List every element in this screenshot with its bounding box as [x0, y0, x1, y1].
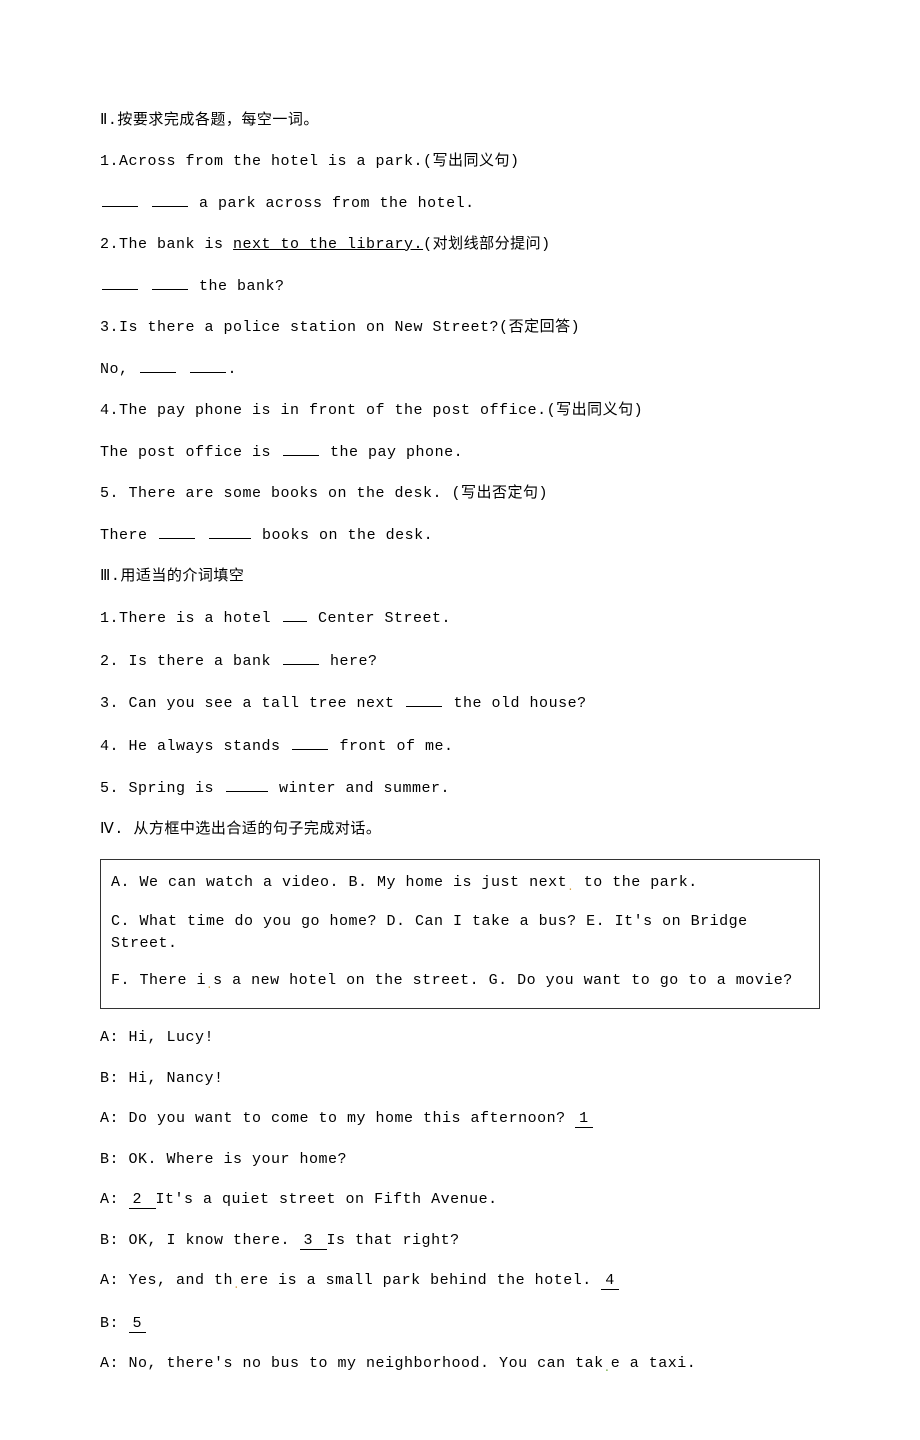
- text-content: A: No, there's no bus to my neighborhood…: [100, 1355, 604, 1372]
- text-content: 3. Can you see a tall tree next: [100, 695, 404, 712]
- text-content: 2. Is there a bank: [100, 653, 281, 670]
- blank-input[interactable]: [226, 776, 268, 792]
- text-content: the bank?: [199, 278, 285, 295]
- dialogue-line: A: Yes, and th.ere is a small park behin…: [100, 1270, 820, 1295]
- blank-input[interactable]: [140, 357, 176, 373]
- text-content: Center Street.: [309, 610, 452, 627]
- text-content: 4. He always stands: [100, 738, 290, 755]
- text-content: the old house?: [444, 695, 587, 712]
- text-content: A: Do you want to come to my home this a…: [100, 1110, 575, 1127]
- section-4-title: Ⅳ. 从方框中选出合适的句子完成对话。: [100, 819, 820, 842]
- text-content: a park across from the hotel.: [199, 195, 475, 212]
- blank-input[interactable]: [406, 691, 442, 707]
- text-content: ere is a small park behind the hotel.: [240, 1272, 601, 1289]
- s3-q3: 3. Can you see a tall tree next the old …: [100, 691, 820, 716]
- s3-q2: 2. Is there a bank here?: [100, 649, 820, 674]
- answer-blank-5[interactable]: 5: [129, 1315, 147, 1333]
- s3-q5: 5. Spring is winter and summer.: [100, 776, 820, 801]
- blank-input[interactable]: [292, 734, 328, 750]
- dialogue-line: A: Do you want to come to my home this a…: [100, 1108, 820, 1131]
- s2-q4-answer: The post office is the pay phone.: [100, 440, 820, 465]
- text-content: Is that right?: [327, 1232, 460, 1249]
- blank-input[interactable]: [159, 523, 195, 539]
- wavy-marker-icon: .: [604, 1363, 611, 1375]
- box-line-2: C. What time do you go home? D. Can I ta…: [111, 911, 809, 956]
- text-content: books on the desk.: [262, 527, 433, 544]
- dialogue-line: B: OK. Where is your home?: [100, 1149, 820, 1172]
- text-content: front of me.: [330, 738, 454, 755]
- text-content: It's a quiet street on Fifth Avenue.: [156, 1191, 498, 1208]
- box-line-3: F. There i.s a new hotel on the street. …: [111, 970, 809, 995]
- s2-q3-answer: No, .: [100, 357, 820, 382]
- text-content: There: [100, 527, 157, 544]
- answer-blank-3[interactable]: 3: [300, 1232, 327, 1250]
- dialogue-line: A: 2 It's a quiet street on Fifth Avenue…: [100, 1189, 820, 1212]
- s3-q1: 1.There is a hotel Center Street.: [100, 606, 820, 631]
- blank-input[interactable]: [152, 274, 188, 290]
- text-content: (对划线部分提问): [423, 236, 551, 253]
- dialogue-line: A: Hi, Lucy!: [100, 1027, 820, 1050]
- section-3-title: Ⅲ.用适当的介词填空: [100, 566, 820, 589]
- blank-input[interactable]: [152, 191, 188, 207]
- text-content: 2.The bank is: [100, 236, 233, 253]
- text-content: to the park.: [574, 874, 698, 891]
- s2-q3-prompt: 3.Is there a police station on New Stree…: [100, 317, 820, 340]
- text-content: F. There i: [111, 972, 206, 989]
- blank-input[interactable]: [190, 357, 226, 373]
- text-content: No,: [100, 361, 138, 378]
- text-content: A. We can watch a video. B. My home is j…: [111, 874, 567, 891]
- options-box: A. We can watch a video. B. My home is j…: [100, 859, 820, 1009]
- dialogue-line: B: OK, I know there. 3 Is that right?: [100, 1230, 820, 1253]
- dialogue-line: B: Hi, Nancy!: [100, 1068, 820, 1091]
- text-content: winter and summer.: [270, 780, 451, 797]
- s2-q4-prompt: 4.The pay phone is in front of the post …: [100, 400, 820, 423]
- s3-q4: 4. He always stands front of me.: [100, 734, 820, 759]
- s2-q2-prompt: 2.The bank is next to the library.(对划线部分…: [100, 234, 820, 257]
- text-content: 5. Spring is: [100, 780, 224, 797]
- text-content: here?: [321, 653, 378, 670]
- s2-q5-answer: There books on the desk.: [100, 523, 820, 548]
- underlined-text: next to the library.: [233, 236, 423, 253]
- dialogue-line: A: No, there's no bus to my neighborhood…: [100, 1353, 820, 1378]
- text-content: s a new hotel on the street. G. Do you w…: [213, 972, 793, 989]
- answer-blank-2[interactable]: 2: [129, 1191, 156, 1209]
- text-content: e a taxi.: [611, 1355, 697, 1372]
- blank-input[interactable]: [209, 523, 251, 539]
- blank-input[interactable]: [283, 440, 319, 456]
- answer-blank-4[interactable]: 4: [601, 1272, 619, 1290]
- blank-input[interactable]: [102, 274, 138, 290]
- blank-input[interactable]: [102, 191, 138, 207]
- blank-input[interactable]: [283, 606, 307, 622]
- dialogue-line: B: 5: [100, 1313, 820, 1336]
- answer-blank-1[interactable]: 1: [575, 1110, 593, 1128]
- text-content: B:: [100, 1315, 129, 1332]
- section-2-title: Ⅱ.按要求完成各题，每空一词。: [100, 110, 820, 133]
- text-content: A: Yes, and th: [100, 1272, 233, 1289]
- box-line-1: A. We can watch a video. B. My home is j…: [111, 872, 809, 897]
- s2-q5-prompt: 5. There are some books on the desk. (写出…: [100, 483, 820, 506]
- text-content: .: [228, 361, 238, 378]
- s2-q2-answer: the bank?: [100, 274, 820, 299]
- text-content: A:: [100, 1191, 129, 1208]
- text-content: The post office is: [100, 444, 281, 461]
- text-content: B: OK, I know there.: [100, 1232, 300, 1249]
- s2-q1-answer: a park across from the hotel.: [100, 191, 820, 216]
- blank-input[interactable]: [283, 649, 319, 665]
- text-content: 1.There is a hotel: [100, 610, 281, 627]
- s2-q1-prompt: 1.Across from the hotel is a park.(写出同义句…: [100, 151, 820, 174]
- text-content: the pay phone.: [330, 444, 463, 461]
